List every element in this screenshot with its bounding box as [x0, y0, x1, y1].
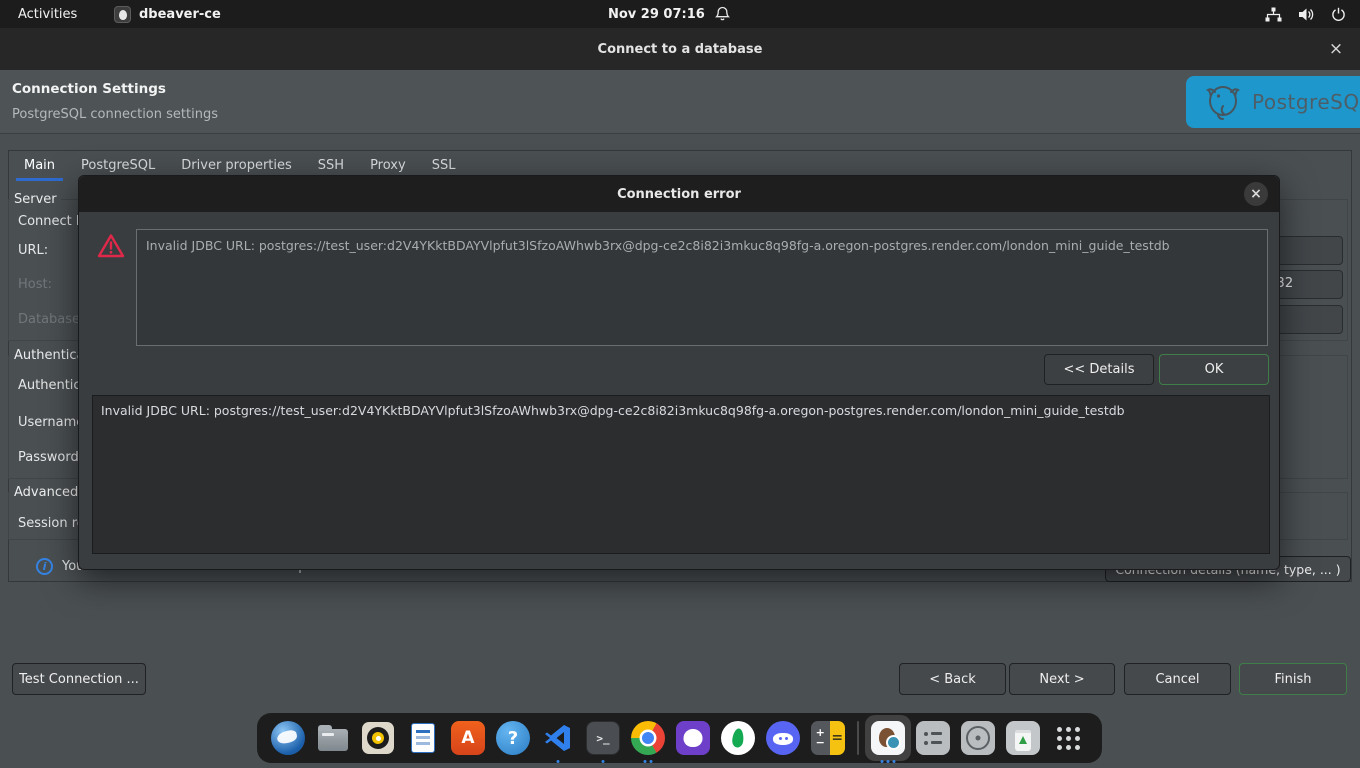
app-grid-icon — [1057, 727, 1080, 750]
calculator-icon: +− = — [811, 721, 845, 755]
app-menu[interactable]: dbeaver-ce — [114, 0, 221, 28]
error-message-box: Invalid JDBC URL: postgres://test_user:d… — [136, 229, 1268, 346]
dock-item-chrome[interactable] — [629, 719, 667, 757]
dock-item-terminal[interactable]: >_ — [584, 719, 622, 757]
connection-error-dialog: Connection error × Invalid JDBC URL: pos… — [78, 175, 1280, 570]
libreoffice-writer-icon — [411, 723, 435, 753]
dock-item-disks[interactable] — [959, 719, 997, 757]
preferences-icon — [916, 721, 950, 755]
error-details-area[interactable]: Invalid JDBC URL: postgres://test_user:d… — [92, 395, 1270, 554]
desktop-screen: Activities dbeaver-ce Nov 29 07:16 — [0, 0, 1360, 768]
notification-bell-icon — [715, 6, 730, 22]
network-icon — [1265, 7, 1282, 22]
next-button[interactable]: Next > — [1009, 663, 1115, 695]
github-desktop-icon — [676, 721, 710, 755]
dock-item-dbeaver[interactable] — [869, 719, 907, 757]
files-icon — [318, 729, 348, 751]
postgresql-banner-label: PostgreSQL — [1252, 90, 1360, 114]
power-icon — [1331, 7, 1346, 22]
dbeaver-icon — [871, 721, 905, 755]
vscode-icon — [543, 723, 573, 753]
back-button[interactable]: < Back — [899, 663, 1006, 695]
volume-icon — [1298, 7, 1315, 22]
cancel-button[interactable]: Cancel — [1124, 663, 1231, 695]
dbeaver-app-icon — [114, 6, 131, 23]
info-icon: i — [36, 558, 53, 575]
dock-item-files[interactable] — [314, 719, 352, 757]
system-top-bar: Activities dbeaver-ce Nov 29 07:16 — [0, 0, 1360, 28]
dock-separator — [857, 721, 859, 755]
window-close-icon[interactable]: × — [1324, 37, 1348, 61]
tab-main[interactable]: Main — [22, 154, 57, 177]
wizard-header: Connection Settings PostgreSQL connectio… — [0, 70, 1360, 134]
tab-ssh[interactable]: SSH — [316, 154, 346, 177]
help-icon: ? — [496, 721, 530, 755]
rhythmbox-icon — [362, 722, 394, 754]
page-subtitle: PostgreSQL connection settings — [12, 107, 218, 122]
dock-item-help[interactable]: ? — [494, 719, 532, 757]
warning-icon — [97, 233, 125, 263]
thunderbird-icon — [271, 721, 305, 755]
server-group-label: Server — [10, 192, 61, 207]
dock-item-app-grid[interactable] — [1049, 719, 1087, 757]
clock-label: Nov 29 07:16 — [608, 7, 705, 22]
dock-item-trash[interactable] — [1004, 719, 1042, 757]
clock-menu[interactable]: Nov 29 07:16 — [608, 0, 730, 28]
postgresql-elephant-icon — [1202, 82, 1244, 122]
system-tray[interactable] — [1265, 0, 1346, 28]
ok-button[interactable]: OK — [1159, 354, 1269, 385]
dock-item-discord[interactable] — [764, 719, 802, 757]
mongodb-compass-icon — [721, 721, 755, 755]
tab-proxy[interactable]: Proxy — [368, 154, 408, 177]
dock-item-writer[interactable] — [404, 719, 442, 757]
dock-item-calculator[interactable]: +− = — [809, 719, 847, 757]
page-title: Connection Settings — [12, 81, 166, 97]
trash-icon — [1006, 721, 1040, 755]
dock-item-rhythmbox[interactable] — [359, 719, 397, 757]
chrome-icon — [631, 721, 665, 755]
dock-item-software[interactable]: A — [449, 719, 487, 757]
finish-button[interactable]: Finish — [1239, 663, 1347, 695]
disks-icon — [961, 721, 995, 755]
window-title: Connect to a database — [0, 28, 1360, 70]
password-label: Password: — [18, 450, 83, 465]
dock-item-mongodb[interactable] — [719, 719, 757, 757]
tab-ssl[interactable]: SSL — [430, 154, 458, 177]
tab-postgresql[interactable]: PostgreSQL — [79, 154, 157, 177]
test-connection-button[interactable]: Test Connection ... — [12, 663, 146, 695]
dock-item-vscode[interactable] — [539, 719, 577, 757]
terminal-icon: >_ — [586, 721, 620, 755]
dialog-title-bar[interactable]: Connection error × — [79, 176, 1279, 212]
app-menu-label: dbeaver-ce — [139, 7, 221, 22]
dialog-close-icon[interactable]: × — [1244, 182, 1268, 206]
dock-item-thunderbird[interactable] — [269, 719, 307, 757]
ubuntu-software-icon: A — [451, 721, 485, 755]
dialog-title: Connection error — [617, 187, 741, 202]
url-label: URL: — [18, 243, 48, 258]
database-label: Database: — [18, 312, 84, 327]
postgresql-banner: PostgreSQL — [1186, 76, 1360, 128]
dock: A ? >_ +− = — [257, 713, 1102, 763]
window-title-bar[interactable]: Connect to a database × — [0, 28, 1360, 70]
discord-icon — [766, 721, 800, 755]
dock-item-github[interactable] — [674, 719, 712, 757]
activities-button[interactable]: Activities — [18, 0, 77, 28]
host-label: Host: — [18, 277, 52, 292]
tab-driver-properties[interactable]: Driver properties — [179, 154, 293, 177]
dock-item-preferences[interactable] — [914, 719, 952, 757]
advanced-group-label: Advanced — [10, 485, 82, 500]
details-toggle-button[interactable]: << Details — [1044, 354, 1154, 385]
